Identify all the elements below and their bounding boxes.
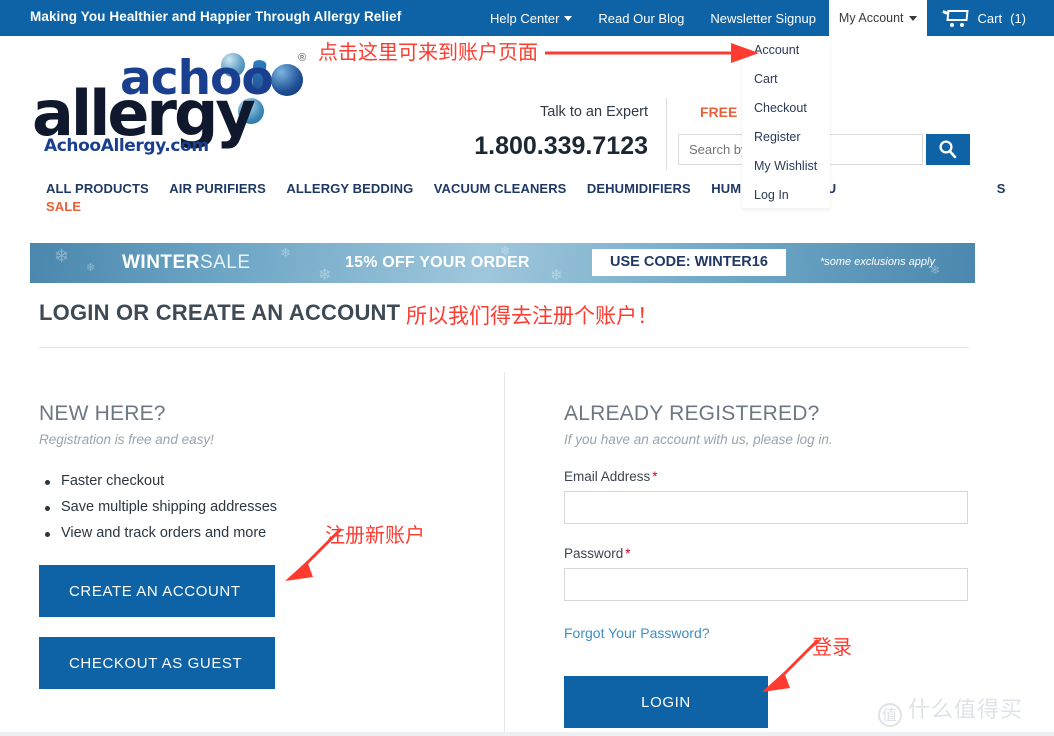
annotation-arrow-to-login — [762, 638, 820, 692]
watermark-text: 什么值得买 — [908, 698, 1024, 723]
dropdown-item-checkout[interactable]: Checkout — [742, 94, 830, 123]
login-heading: ALREADY REGISTERED? — [564, 402, 820, 425]
list-item: Faster checkout — [39, 473, 479, 489]
benefits-list: Faster checkout Save multiple shipping a… — [39, 473, 479, 541]
registered-customer-panel: ALREADY REGISTERED? If you have an accou… — [564, 402, 984, 643]
nav-item-dehumidifiers[interactable]: DEHUMIDIFIERS — [587, 181, 691, 196]
password-label-text: Password — [564, 546, 624, 561]
banner-headline: WINTERSALE — [122, 252, 251, 274]
snowflake-icon: ❄ — [54, 246, 70, 266]
main-navigation: ALL PRODUCTS AIR PURIFIERS ALLERGY BEDDI… — [0, 180, 1054, 236]
snowflake-icon: ❄ — [280, 245, 291, 260]
checkout-as-guest-button[interactable]: CHECKOUT AS GUEST — [39, 637, 275, 689]
logo-bubble-icon — [271, 64, 303, 96]
shopping-cart-icon — [942, 9, 969, 27]
talk-to-expert-label: Talk to an Expert — [540, 104, 648, 120]
email-label-text: Email Address — [564, 469, 651, 484]
create-account-button[interactable]: CREATE AN ACCOUNT — [39, 565, 275, 617]
site-watermark: 值什么值得买 — [878, 692, 1023, 727]
snowflake-icon: ❄ — [550, 267, 563, 283]
watermark-logo-icon: 值 — [878, 703, 902, 727]
cart-label: Cart — [977, 10, 1003, 26]
password-field[interactable] — [564, 568, 968, 601]
new-customer-panel: NEW HERE? Registration is free and easy!… — [39, 402, 479, 551]
password-label: Password * — [564, 546, 984, 561]
snowflake-icon: ❄ — [86, 262, 96, 274]
page-root: Making You Healthier and Happier Through… — [0, 0, 1054, 736]
nav-item-all-products[interactable]: ALL PRODUCTS — [46, 181, 149, 196]
header-divider — [666, 98, 667, 170]
banner-promo-code: USE CODE: WINTER16 — [592, 249, 786, 276]
dropdown-item-log-in[interactable]: Log In — [742, 181, 830, 210]
chevron-down-icon — [564, 15, 573, 21]
dropdown-item-account[interactable]: Account — [742, 36, 830, 65]
top-link-my-account[interactable]: My Account — [828, 0, 927, 36]
site-logo[interactable]: ® achoo allergy AchooAllergy.com — [28, 50, 328, 162]
site-tagline: Making You Healthier and Happier Through… — [30, 9, 402, 24]
annotation-title-text: 所以我们得去注册个账户！ — [406, 304, 658, 328]
nav-row-primary: ALL PRODUCTS AIR PURIFIERS ALLERGY BEDDI… — [46, 180, 1022, 198]
winter-sale-banner[interactable]: ❄ ❄ ❄ ❄ ❄ ❄ ❄ ❄ WINTERSALE 15% OFF YOUR … — [30, 243, 975, 283]
site-header: ® achoo allergy AchooAllergy.com Talk to… — [0, 36, 1054, 176]
top-link-newsletter-signup[interactable]: Newsletter Signup — [697, 0, 829, 36]
list-item: View and track orders and more — [39, 525, 479, 541]
new-customer-heading: NEW HERE? — [39, 402, 166, 425]
banner-sale-word: SALE — [199, 252, 251, 273]
top-link-label: My Account — [838, 11, 904, 25]
list-item: Save multiple shipping addresses — [39, 499, 479, 515]
email-field[interactable] — [564, 491, 968, 524]
dropdown-item-register[interactable]: Register — [742, 123, 830, 152]
nav-item-allergy-bedding[interactable]: ALLERGY BEDDING — [286, 181, 413, 196]
top-link-read-our-blog[interactable]: Read Our Blog — [585, 0, 697, 36]
nav-item-vacuum-cleaners[interactable]: VACUUM CLEANERS — [434, 181, 567, 196]
top-link-label: Newsletter Signup — [710, 10, 816, 26]
top-nav-links: Help Center Read Our Blog Newsletter Sig… — [477, 0, 1054, 36]
nav-item-sale[interactable]: SALE — [46, 199, 81, 214]
nav-item-s-truncated[interactable]: S — [997, 181, 1006, 196]
banner-exclusions-note: *some exclusions apply — [820, 256, 935, 268]
top-link-help-center[interactable]: Help Center — [477, 0, 585, 36]
search-icon — [939, 140, 957, 159]
bottom-strip — [0, 732, 1054, 736]
login-button[interactable]: LOGIN — [564, 676, 768, 728]
top-link-label: Read Our Blog — [598, 10, 685, 26]
my-account-dropdown-menu[interactable]: Account Cart Checkout Register My Wishli… — [742, 36, 830, 208]
required-asterisk: * — [625, 546, 631, 561]
title-divider — [39, 347, 969, 348]
dropdown-item-my-wishlist[interactable]: My Wishlist — [742, 152, 830, 181]
snowflake-icon: ❄ — [318, 267, 332, 283]
new-customer-subheading: Registration is free and easy! — [39, 432, 214, 447]
banner-winter-word: WINTER — [122, 252, 200, 273]
banner-offer: 15% OFF YOUR ORDER — [345, 254, 530, 271]
registered-trademark: ® — [298, 52, 307, 64]
nav-item-air-purifiers[interactable]: AIR PURIFIERS — [169, 181, 266, 196]
phone-number[interactable]: 1.800.339.7123 — [420, 132, 648, 161]
dropdown-item-cart[interactable]: Cart — [742, 65, 830, 94]
logo-domain: AchooAllergy.com — [44, 136, 209, 156]
chevron-down-icon — [908, 15, 917, 21]
search-button[interactable] — [926, 134, 970, 165]
cart-count: (1) — [1010, 10, 1026, 26]
top-utility-bar: Making You Healthier and Happier Through… — [0, 0, 1054, 36]
login-subheading: If you have an account with us, please l… — [564, 432, 833, 447]
top-link-label: Help Center — [490, 10, 560, 26]
cart-button[interactable]: Cart (1) — [926, 0, 1054, 36]
page-title: LOGIN OR CREATE AN ACCOUNT — [39, 300, 401, 325]
column-divider — [504, 372, 505, 736]
nav-row-secondary: SALE — [46, 198, 97, 216]
required-asterisk: * — [652, 469, 658, 484]
email-label: Email Address * — [564, 469, 984, 484]
forgot-password-link[interactable]: Forgot Your Password? — [564, 625, 710, 641]
